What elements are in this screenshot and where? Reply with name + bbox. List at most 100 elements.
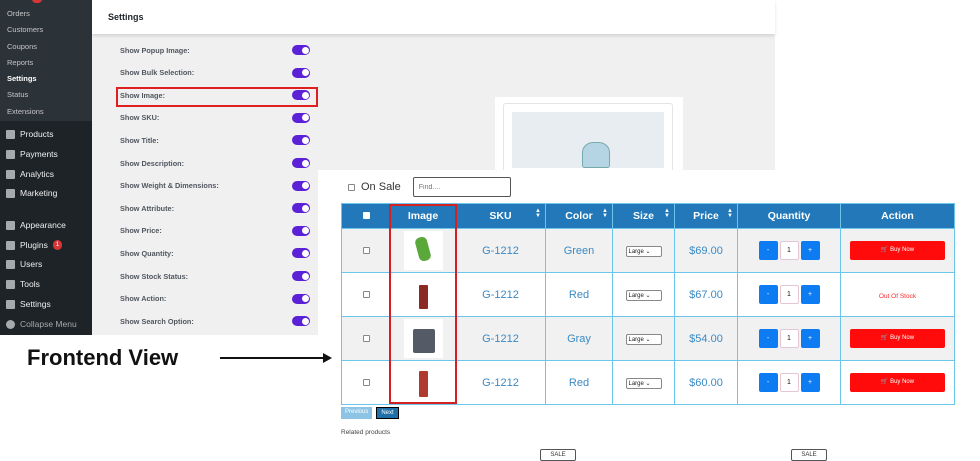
header-sku[interactable]: SKU ▲ ▼ [455, 203, 546, 229]
frontend-view-label: Frontend View [27, 345, 179, 370]
menu-label: Settings [20, 298, 51, 309]
setting-label: Show Title: [120, 135, 159, 145]
row-checkbox[interactable] [362, 378, 370, 386]
menu-label: Analytics [20, 168, 55, 179]
size-select[interactable]: Large ⌄ [625, 378, 662, 389]
sku-cell: G-1212 [455, 228, 546, 273]
header-label: SKU [489, 210, 512, 222]
submenu-coupons[interactable]: Coupons [0, 39, 92, 55]
menu-marketing[interactable]: Marketing [0, 184, 92, 204]
cart-icon: 🛒 [880, 379, 889, 385]
setting-row: Show Description: [120, 156, 310, 170]
menu-appearance[interactable]: Appearance [0, 216, 92, 236]
size-cell: Large ⌄ [612, 228, 675, 273]
increment-button[interactable]: + [800, 241, 820, 260]
buy-now-button[interactable]: 🛒 Buy Now [850, 329, 945, 348]
header-action: Action [840, 203, 955, 229]
setting-toggle[interactable] [292, 158, 310, 168]
setting-label: Show Search Option: [120, 316, 194, 326]
setting-toggle[interactable] [292, 293, 310, 304]
setting-toggle[interactable] [292, 67, 310, 78]
setting-toggle[interactable] [292, 112, 310, 123]
setting-label: Show Action: [120, 294, 167, 304]
header-size[interactable]: Size ▲ ▼ [612, 203, 675, 229]
quantity-stepper: -1 + [738, 373, 840, 392]
setting-label: Show Attribute: [120, 203, 175, 213]
menu-settings[interactable]: Settings [0, 295, 92, 315]
quantity-cell: -1 + [737, 228, 841, 273]
menu-analytics[interactable]: Analytics [0, 164, 92, 184]
menu-payments[interactable]: Payments [0, 145, 92, 165]
price-cell: $67.00 [674, 272, 738, 317]
setting-toggle[interactable] [292, 135, 310, 146]
decrement-button[interactable]: - [758, 373, 778, 392]
menu-plugins[interactable]: Plugins 1 [0, 235, 92, 255]
submenu-orders[interactable]: Orders [0, 6, 92, 22]
row-select [341, 228, 391, 273]
increment-button[interactable]: + [800, 285, 820, 304]
menu-tools[interactable]: Tools [0, 275, 92, 295]
decrement-button[interactable]: - [758, 329, 778, 348]
setting-toggle[interactable] [292, 45, 310, 55]
quantity-input[interactable]: 1 [779, 285, 799, 304]
setting-toggle[interactable] [292, 316, 310, 327]
header-color[interactable]: Color ▲ ▼ [545, 203, 613, 229]
setting-toggle[interactable] [292, 203, 310, 214]
buy-now-button[interactable]: 🛒 Buy Now [850, 373, 945, 392]
settings-icon [6, 299, 15, 309]
row-checkbox[interactable] [362, 334, 370, 342]
submenu-customers[interactable]: Customers [0, 22, 92, 38]
sku-cell: G-1212 [455, 272, 546, 317]
buy-now-label: Buy Now [890, 247, 915, 253]
menu-label: Products [20, 129, 54, 140]
on-sale-checkbox[interactable] [348, 183, 355, 191]
increment-button[interactable]: + [800, 373, 820, 392]
sort-icon[interactable]: ▲ ▼ [727, 208, 733, 219]
hoodie-image [582, 142, 610, 168]
sale-badge: SALE [791, 449, 827, 461]
arrow-right-icon [220, 353, 332, 363]
submenu-status[interactable]: Status [0, 87, 92, 103]
setting-toggle[interactable] [292, 248, 310, 259]
quantity-cell: -1 + [737, 272, 841, 317]
user-icon [6, 260, 15, 270]
archive-icon [6, 130, 15, 140]
next-button[interactable]: Next [376, 407, 399, 419]
price-cell: $60.00 [674, 360, 738, 405]
increment-button[interactable]: + [800, 329, 820, 348]
quantity-cell: -1 + [737, 316, 841, 361]
submenu-reports[interactable]: Reports [0, 55, 92, 71]
buy-now-button[interactable]: 🛒 Buy Now [850, 241, 945, 260]
select-all-header[interactable] [341, 203, 391, 229]
quantity-input[interactable]: 1 [779, 329, 799, 348]
row-checkbox[interactable] [362, 290, 370, 298]
menu-users[interactable]: Users [0, 255, 92, 275]
decrement-button[interactable]: - [758, 285, 778, 304]
setting-toggle[interactable] [292, 180, 310, 191]
menu-products[interactable]: Products [0, 125, 92, 145]
quantity-input[interactable]: 1 [779, 373, 799, 392]
row-checkbox[interactable] [362, 246, 370, 254]
menu-label: Payments [20, 149, 58, 160]
setting-row: Show Stock Status: [120, 269, 310, 283]
sort-icon[interactable]: ▲ ▼ [602, 208, 608, 219]
sort-icon[interactable]: ▲ ▼ [664, 208, 670, 219]
collapse-menu[interactable]: Collapse Menu [0, 314, 92, 334]
quantity-stepper: -1 + [738, 241, 840, 260]
size-select[interactable]: Large ⌄ [625, 290, 662, 301]
size-select[interactable]: Large ⌄ [625, 334, 662, 345]
setting-toggle[interactable] [292, 271, 310, 281]
size-select[interactable]: Large ⌄ [625, 246, 662, 257]
action-cell: 🛒 Buy Now [840, 316, 955, 361]
previous-button[interactable]: Previous [341, 407, 373, 419]
sort-icon[interactable]: ▲ ▼ [535, 208, 541, 219]
submenu-settings[interactable]: Settings [0, 71, 92, 87]
decrement-button[interactable]: - [758, 241, 778, 260]
find-input[interactable] [412, 177, 511, 197]
header-label: Size [632, 210, 654, 222]
setting-toggle[interactable] [292, 225, 310, 236]
quantity-input[interactable]: 1 [779, 241, 799, 260]
header-price[interactable]: Price ▲ ▼ [674, 203, 738, 229]
submenu-extensions[interactable]: Extensions [0, 104, 92, 120]
select-all-checkbox[interactable] [362, 212, 370, 219]
